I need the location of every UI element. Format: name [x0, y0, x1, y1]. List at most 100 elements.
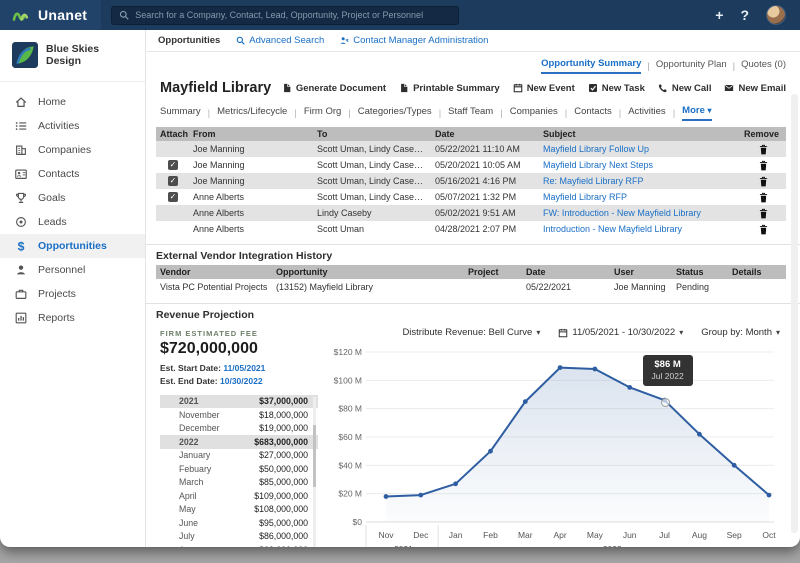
- vendor-cell: Pending: [676, 282, 710, 292]
- month-row: July $86,000,000: [160, 530, 318, 544]
- email-row: Joe ManningScott Uman, Lindy Caseby, An.…: [156, 141, 786, 157]
- user-avatar[interactable]: [766, 5, 786, 25]
- new-event-button[interactable]: New Event: [513, 83, 575, 94]
- revenue-chart-svg[interactable]: $0 $20 M $40 M $60 M $80 M $100 M $120 M Nov Dec…: [328, 342, 780, 547]
- svg-text:Dec: Dec: [413, 530, 429, 540]
- email-subject-link[interactable]: Mayfield Library Next Steps: [543, 160, 653, 170]
- month-scrollbar-thumb[interactable]: [313, 424, 316, 487]
- vendor-history-section: External Vendor Integration History Vend…: [146, 244, 800, 295]
- separator: |: [500, 107, 503, 119]
- generate-document-button[interactable]: Generate Document: [282, 83, 386, 94]
- content-scrollbar[interactable]: [791, 94, 798, 533]
- revenue-summary-panel: FIRM ESTIMATED FEE $720,000,000 Est. Sta…: [156, 326, 318, 547]
- chevron-down-icon: ▾: [707, 106, 712, 115]
- sidebar-item-label: Personnel: [38, 264, 86, 276]
- attach-checkbox[interactable]: ✓: [168, 160, 178, 170]
- tab-categories-types[interactable]: Categories/Types: [358, 106, 432, 120]
- email-subject-link[interactable]: Re: Mayfield Library RFP: [543, 176, 644, 186]
- global-search-input[interactable]: [135, 10, 452, 20]
- attach-checkbox[interactable]: ✓: [168, 192, 178, 202]
- sidebar-item-companies[interactable]: Companies: [0, 138, 145, 162]
- email-subject-link[interactable]: Mayfield Library RFP: [543, 192, 627, 202]
- tab-bar: Summary | Metrics/Lifecycle | Firm Org | Categ…: [146, 98, 800, 127]
- advanced-search-link[interactable]: Advanced Search: [236, 35, 324, 46]
- email-table: Attach From To Date Subject Remove Joe Mannin…: [156, 127, 786, 237]
- year-total: $683,000,000: [254, 436, 308, 447]
- unanet-logo[interactable]: Unanet: [0, 0, 102, 30]
- help-button[interactable]: ?: [740, 8, 749, 22]
- svg-text:Jan: Jan: [449, 530, 463, 540]
- trash-icon[interactable]: [744, 208, 782, 219]
- trash-icon[interactable]: [744, 160, 782, 171]
- column-header-opportunity: Opportunity: [272, 265, 464, 279]
- date-range-dropdown[interactable]: 11/05/2021 - 10/30/2022 ▾: [558, 327, 683, 338]
- month-label: Febuary: [179, 463, 212, 474]
- tab-summary[interactable]: Summary: [160, 106, 201, 120]
- email-subject-link[interactable]: FW: Introduction - New Mayfield Library: [543, 208, 701, 218]
- group-by-dropdown[interactable]: Group by: Month ▾: [701, 327, 780, 338]
- month-row: March $85,000,000: [160, 476, 318, 490]
- sidebar: Blue Skies Design Home Activities Companie…: [0, 30, 146, 547]
- sidebar-item-goals[interactable]: Goals: [0, 186, 145, 210]
- column-header-project: Project: [464, 265, 522, 279]
- column-header-subject: Subject: [539, 127, 740, 141]
- view-nav-opportunity-summary[interactable]: Opportunity Summary: [541, 58, 642, 74]
- contact-admin-link[interactable]: Contact Manager Administration: [340, 35, 488, 46]
- sidebar-item-projects[interactable]: Projects: [0, 282, 145, 306]
- printable-summary-button[interactable]: Printable Summary: [399, 83, 500, 94]
- tab-label: Companies: [509, 106, 558, 117]
- tab-firm-org[interactable]: Firm Org: [304, 106, 341, 120]
- new-call-button[interactable]: New Call: [658, 83, 711, 94]
- tab-label: Activities: [628, 106, 666, 117]
- sidebar-item-activities[interactable]: Activities: [0, 114, 145, 138]
- global-search[interactable]: [111, 5, 460, 25]
- trash-icon[interactable]: [744, 144, 782, 155]
- sidebar-item-personnel[interactable]: Personnel: [0, 258, 145, 282]
- tab-companies[interactable]: Companies: [510, 106, 558, 120]
- tab-metrics-lifecycle[interactable]: Metrics/Lifecycle: [217, 106, 287, 120]
- new-task-button[interactable]: New Task: [588, 83, 645, 94]
- email-icon: [724, 83, 734, 93]
- breadcrumb-current: Opportunities: [158, 35, 221, 46]
- view-nav-opportunity-plan[interactable]: Opportunity Plan: [656, 59, 727, 73]
- tab-more[interactable]: More ▾: [682, 105, 712, 121]
- tab-contacts[interactable]: Contacts: [574, 106, 612, 120]
- tooltip-value: $86 M: [654, 359, 681, 371]
- new-email-button[interactable]: New Email: [724, 83, 786, 94]
- sidebar-item-home[interactable]: Home: [0, 90, 145, 114]
- month-row: November $18,000,000: [160, 408, 318, 422]
- trash-icon[interactable]: [744, 176, 782, 187]
- sidebar-item-leads[interactable]: Leads: [0, 210, 145, 234]
- tooltip-label: Jul 2022: [651, 371, 684, 382]
- est-start-value[interactable]: 11/05/2021: [223, 363, 265, 373]
- separator: |: [618, 107, 622, 119]
- attach-checkbox[interactable]: ✓: [168, 176, 178, 186]
- tab-activities[interactable]: Activities: [628, 106, 665, 120]
- org-header[interactable]: Blue Skies Design: [0, 30, 145, 82]
- revenue-chart[interactable]: $0 $20 M $40 M $60 M $80 M $100 M $120 M Nov Dec…: [328, 342, 780, 547]
- fee-value: $720,000,000: [160, 340, 258, 357]
- sidebar-item-opportunities[interactable]: $ Opportunities: [0, 234, 145, 258]
- month-list[interactable]: 2021 $37,000,000 November $18,000,000 Decemb…: [160, 394, 318, 547]
- tab-staff-team[interactable]: Staff Team: [448, 106, 493, 120]
- chart-controls: Distribute Revenue: Bell Curve ▾ 11/05/2…: [328, 326, 786, 342]
- distribute-revenue-dropdown[interactable]: Distribute Revenue: Bell Curve ▾: [402, 327, 540, 338]
- year-row-2021[interactable]: 2021 $37,000,000: [160, 394, 318, 408]
- sidebar-item-reports[interactable]: Reports: [0, 306, 145, 330]
- tab-label: Categories/Types: [357, 106, 432, 117]
- companies-icon: [14, 143, 28, 157]
- month-value: $109,000,000: [254, 490, 308, 501]
- column-header-from: From: [189, 127, 313, 141]
- trash-icon[interactable]: [744, 224, 782, 235]
- add-new-button[interactable]: +: [715, 8, 723, 22]
- email-subject-link[interactable]: Introduction - New Mayfield Library: [543, 224, 682, 234]
- email-subject-link[interactable]: Mayfield Library Follow Up: [543, 144, 649, 154]
- trash-icon[interactable]: [744, 192, 782, 203]
- sidebar-item-contacts[interactable]: Contacts: [0, 162, 145, 186]
- year-row-2022[interactable]: 2022 $683,000,000: [160, 435, 318, 449]
- email-date: 05/02/2021 9:51 AM: [431, 205, 539, 221]
- est-end-value[interactable]: 10/30/2022: [220, 376, 263, 386]
- email-table-header: Attach From To Date Subject Remove: [156, 127, 786, 141]
- view-nav-quotes-0-[interactable]: Quotes (0): [741, 59, 786, 73]
- separator: |: [732, 60, 736, 72]
